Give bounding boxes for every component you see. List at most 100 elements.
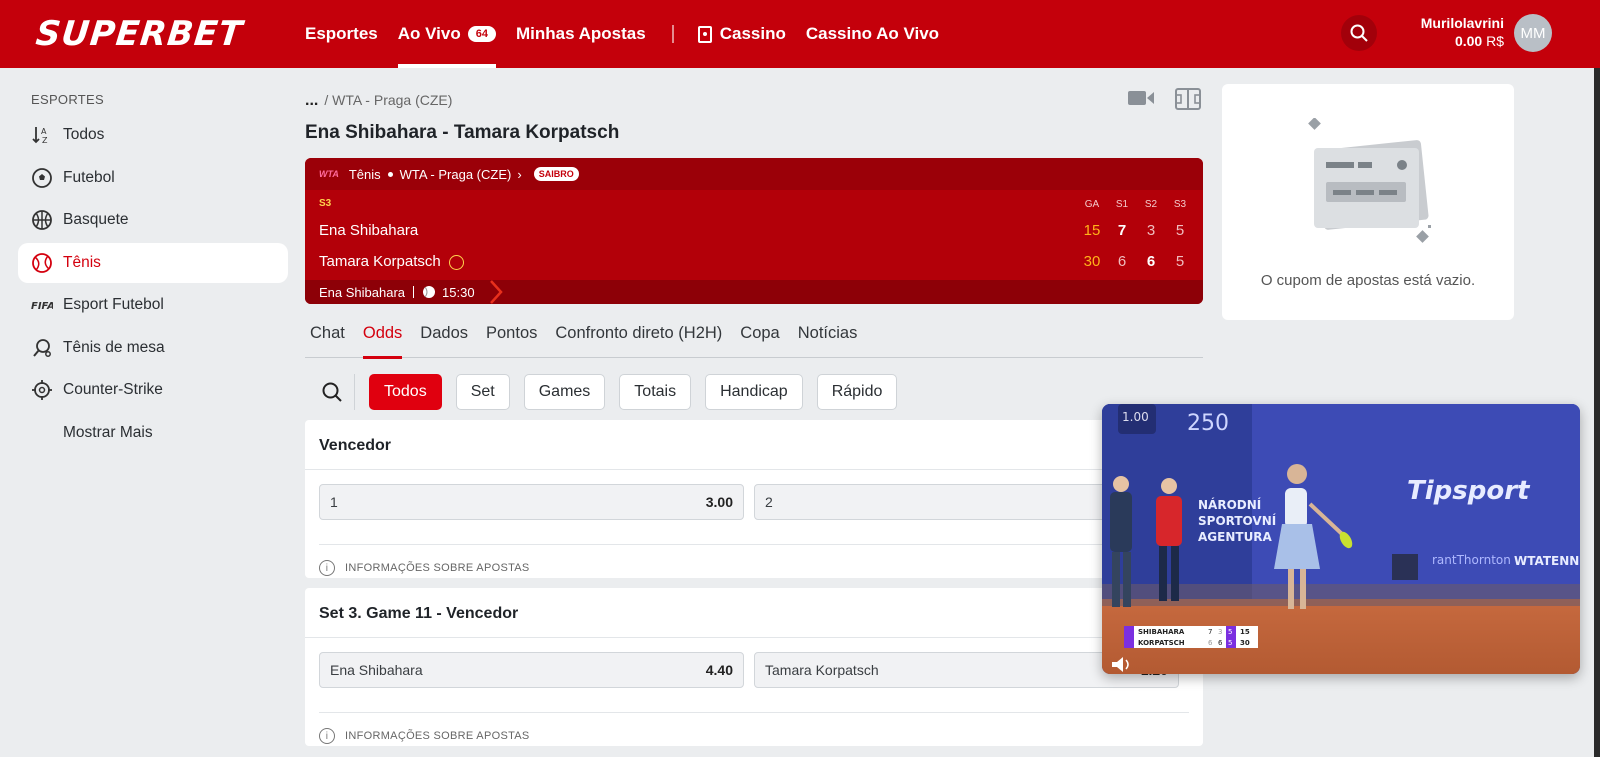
tennis-ball-icon <box>423 286 436 298</box>
video-banner-line-1: NÁRODNÍ <box>1198 497 1262 512</box>
tab-odds[interactable]: Odds <box>362 318 403 359</box>
nav-ao-vivo[interactable]: Ao Vivo 64 <box>397 0 497 68</box>
sidebar-item-basquete[interactable]: Basquete <box>18 200 288 240</box>
sidebar-item-futebol[interactable]: Futebol <box>18 158 288 198</box>
field-view-button[interactable] <box>1175 88 1201 115</box>
top-navigation-bar: SUPERBET Esportes Ao Vivo 64 Minhas Apost… <box>0 0 1600 68</box>
player-2-row: Tamara Korpatsch <box>319 253 464 270</box>
market-title[interactable]: Vencedor <box>305 420 1203 470</box>
chevron-right-icon: › <box>517 166 522 182</box>
sidebar-item-esport-futebol[interactable]: FIFA Esport Futebol <box>18 285 288 325</box>
match-time: 15:30 <box>442 284 475 300</box>
player-2-name: Tamara Korpatsch <box>319 253 441 270</box>
nav-cassino-ao-vivo[interactable]: Cassino Ao Vivo <box>806 0 939 68</box>
market-search-button[interactable] <box>309 374 355 410</box>
separator-dot <box>387 171 393 177</box>
tv-score-2-s3: 5 <box>1228 639 1232 647</box>
nav-cassino[interactable]: Cassino <box>697 0 786 68</box>
nav-minhas-apostas[interactable]: Minhas Apostas <box>516 0 646 68</box>
tab-h2h[interactable]: Confronto direto (H2H) <box>555 318 722 358</box>
player-1-set-3: 5 <box>1175 222 1185 239</box>
player-1-set-1: 7 <box>1117 222 1127 239</box>
player-2-set-1: 6 <box>1117 253 1127 270</box>
header-search-button[interactable] <box>1341 15 1377 51</box>
tab-noticias[interactable]: Notícias <box>798 318 858 358</box>
tennis-ball-icon <box>31 252 53 274</box>
soccer-ball-icon <box>31 167 53 189</box>
filter-totais[interactable]: Totais <box>619 374 692 410</box>
video-camera-button[interactable] <box>1127 88 1155 113</box>
col-ga: GA <box>1084 199 1100 210</box>
chevron-right-icon <box>489 280 503 304</box>
market-filters: Todos Set Games Totais Handicap Rápido <box>305 370 911 414</box>
breadcrumb-tournament[interactable]: WTA - Praga (CZE) <box>332 92 452 108</box>
video-board-number: 250 <box>1187 411 1229 436</box>
player-2-set-3: 5 <box>1175 253 1185 270</box>
table-tennis-icon <box>31 337 53 359</box>
video-ad-text: rantThornton <box>1432 553 1511 567</box>
fifa-icon: FIFA <box>31 294 53 316</box>
tab-chat[interactable]: Chat <box>310 318 345 358</box>
video-sponsor: Tipsport <box>1407 476 1531 506</box>
odd-button-shibahara[interactable]: Ena Shibahara 4.40 <box>319 652 744 688</box>
search-icon <box>322 382 342 402</box>
tv-score-1-s3: 5 <box>1228 628 1232 636</box>
sports-sidebar: ESPORTES AZ Todos Futebol Basquete Tênis… <box>18 68 288 455</box>
filter-rapido[interactable]: Rápido <box>816 374 898 410</box>
sort-az-icon: AZ <box>31 124 53 146</box>
filter-games[interactable]: Games <box>523 374 606 410</box>
sidebar-item-counter-strike[interactable]: Counter-Strike <box>18 370 288 410</box>
svg-text:A: A <box>41 127 47 136</box>
market-title[interactable]: Set 3. Game 11 - Vencedor <box>305 588 1203 638</box>
market-vencedor: Vencedor 1 3.00 2 i INFORMAÇÕES SOBRE APOS… <box>305 420 1203 578</box>
live-video-player[interactable]: 250 Tipsport NÁRODNÍ SPORTOVNÍ AGENTURA … <box>1102 404 1580 674</box>
odd-button-1[interactable]: 1 3.00 <box>319 484 744 520</box>
betslip-empty-message: O cupom de apostas está vazio. <box>1260 272 1476 289</box>
username: Murilolavrini <box>1420 15 1504 31</box>
video-camera-icon <box>1128 91 1154 105</box>
live-count-badge: 64 <box>467 26 496 42</box>
filter-handicap[interactable]: Handicap <box>705 374 803 410</box>
bet-info-link[interactable]: i INFORMAÇÕES SOBRE APOSTAS <box>319 712 1189 744</box>
sidebar-item-tenis-de-mesa[interactable]: Tênis de mesa <box>18 328 288 368</box>
filter-set[interactable]: Set <box>455 374 510 410</box>
crosshair-icon <box>31 379 53 401</box>
info-icon: i <box>319 728 335 744</box>
sidebar-item-tenis[interactable]: Tênis <box>18 242 288 283</box>
avatar[interactable]: MM <box>1514 14 1552 52</box>
col-s1: S1 <box>1115 199 1129 210</box>
nav-divider <box>671 25 674 43</box>
casino-card-icon <box>697 25 712 43</box>
divider <box>413 286 415 298</box>
player-2-game-points: 30 <box>1083 253 1101 270</box>
scoreboard-header: WTA Tênis WTA - Praga (CZE) › SAIBRO <box>305 158 1203 190</box>
tab-dados[interactable]: Dados <box>420 318 468 358</box>
sidebar-show-more[interactable]: Mostrar Mais <box>18 413 288 453</box>
player-2-set-2: 6 <box>1146 253 1156 270</box>
odds-row: 1 3.00 2 <box>319 484 1189 520</box>
svg-text:FIFA: FIFA <box>31 301 53 312</box>
superbet-logo[interactable]: SUPERBET <box>34 14 245 54</box>
serving-ball-icon <box>448 254 464 270</box>
video-ad-text-2: WTATENNI <box>1514 554 1580 568</box>
window-edge <box>1594 68 1600 757</box>
sidebar-item-todos[interactable]: AZ Todos <box>18 115 288 155</box>
court-view-icon <box>1175 88 1201 110</box>
tab-pontos[interactable]: Pontos <box>486 318 537 358</box>
info-icon: i <box>319 560 335 576</box>
current-set-label: S3 <box>319 198 332 209</box>
user-account[interactable]: Murilolavrini 0.00 R$ <box>1404 15 1504 49</box>
bet-info-link[interactable]: i INFORMAÇÕES SOBRE APOSTAS <box>319 544 1189 576</box>
tab-copa[interactable]: Copa <box>740 318 779 358</box>
player-1-set-2: 3 <box>1146 222 1156 239</box>
wta-logo-icon: WTA <box>319 169 339 179</box>
nav-esportes[interactable]: Esportes <box>305 0 378 68</box>
tv-score-1-s1: 7 <box>1208 628 1212 636</box>
sport-label[interactable]: Tênis <box>349 167 381 182</box>
tv-score-1-pts: 15 <box>1240 628 1250 636</box>
video-frame: 250 Tipsport NÁRODNÍ SPORTOVNÍ AGENTURA … <box>1102 404 1580 674</box>
tournament-link[interactable]: WTA - Praga (CZE) <box>400 167 512 182</box>
filter-todos[interactable]: Todos <box>369 374 442 410</box>
match-title: Ena Shibahara - Tamara Korpatsch <box>305 122 620 143</box>
breadcrumb-ellipsis[interactable]: ... <box>305 92 318 109</box>
